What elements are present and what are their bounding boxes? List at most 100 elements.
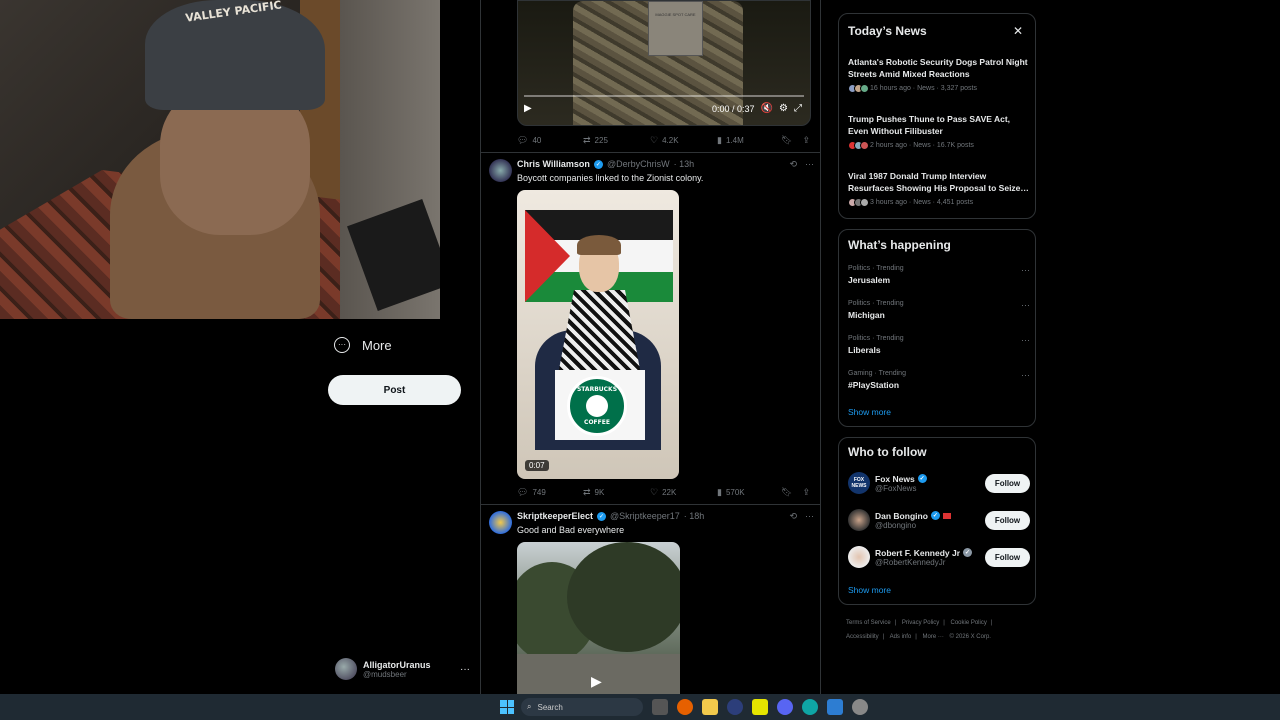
verified-badge-icon: ✓: [597, 511, 607, 521]
tweet-video[interactable]: ▶: [517, 542, 680, 694]
accessibility-link[interactable]: Accessibility: [846, 634, 879, 640]
account-display-name: AlligatorUranus: [363, 659, 431, 670]
follow-button[interactable]: Follow: [985, 510, 1030, 530]
post-button[interactable]: Post: [328, 375, 461, 405]
trend-category: Gaming · Trending: [848, 370, 906, 377]
like-button[interactable]: ♡ 4.2K: [650, 135, 717, 146]
grok-icon[interactable]: ⟲: [789, 159, 797, 170]
trend-item[interactable]: Gaming · Trending #PlayStation ···: [848, 370, 1030, 390]
todays-news-card: Today’s News ✕ Atlanta's Robotic Securit…: [838, 13, 1036, 219]
avatar-stack: [848, 84, 869, 93]
terms-link[interactable]: Terms of Service: [846, 620, 891, 626]
reply-button[interactable]: 💬︎ 749: [517, 487, 583, 498]
divider: [481, 504, 820, 505]
gov-badge-icon: ✓: [963, 548, 973, 557]
video-person-hair: [577, 235, 621, 255]
follow-name: Robert F. Kennedy Jr: [875, 547, 961, 558]
close-icon[interactable]: ✕: [1013, 24, 1023, 38]
bookmark-icon[interactable]: 🔖︎: [781, 135, 792, 146]
reply-icon: 💬︎: [517, 135, 529, 145]
follow-suggestion[interactable]: FOX NEWS Fox News ✓ @FoxNews Follow: [848, 469, 1030, 497]
tweet-time[interactable]: · 13h: [674, 159, 695, 169]
avatar[interactable]: [489, 511, 512, 534]
discord-icon[interactable]: [777, 699, 793, 715]
play-icon[interactable]: ▶: [524, 103, 532, 114]
news-item[interactable]: Viral 1987 Donald Trump Interview Resurf…: [848, 170, 1030, 207]
privacy-link[interactable]: Privacy Policy: [902, 620, 939, 626]
separator: |: [882, 634, 885, 640]
more-icon[interactable]: ···: [1021, 265, 1030, 275]
show-more-link[interactable]: Show more: [848, 407, 891, 417]
views-button[interactable]: ▮ 1.4M: [717, 135, 781, 146]
more-icon[interactable]: ···: [1021, 335, 1030, 345]
share-icon[interactable]: ⇪: [802, 487, 810, 498]
tweet-author-name[interactable]: SkriptkeeperElect: [517, 511, 593, 521]
settings-gear-icon[interactable]: ⚙: [779, 103, 788, 114]
follow-name: Dan Bongino: [875, 510, 928, 521]
video-time: 0:00 / 0:37: [712, 103, 755, 114]
more-icon[interactable]: ···: [1021, 370, 1030, 380]
tweet-author-handle[interactable]: @DerbyChrisW: [607, 159, 670, 169]
repost-button[interactable]: ⇄ 9K: [583, 487, 650, 498]
follow-button[interactable]: Follow: [985, 547, 1030, 567]
ads-info-link[interactable]: Ads info: [890, 634, 912, 640]
video-progress-bar[interactable]: [524, 95, 804, 97]
account-switcher[interactable]: AlligatorUranus @mudsbeer ···: [335, 655, 470, 683]
task-view-icon[interactable]: [652, 699, 668, 715]
more-icon[interactable]: ···: [1021, 300, 1030, 310]
cookie-link[interactable]: Cookie Policy: [951, 620, 987, 626]
follow-suggestion[interactable]: Dan Bongino ✓ @dbongino Follow: [848, 506, 1030, 534]
like-button[interactable]: ♡ 22K: [650, 487, 717, 498]
avatar[interactable]: [489, 159, 512, 182]
app-icon[interactable]: [727, 699, 743, 715]
settings-icon[interactable]: [852, 699, 868, 715]
app-icon[interactable]: [752, 699, 768, 715]
footer-links: Terms of Service | Privacy Policy | Cookie…: [846, 616, 1041, 644]
follow-suggestion[interactable]: Robert F. Kennedy Jr ✓ @RobertKennedyJr F…: [848, 543, 1030, 571]
show-more-link[interactable]: Show more: [848, 585, 891, 595]
tweet-text: Good and Bad everywhere: [517, 525, 625, 535]
nav-more[interactable]: ··· More: [334, 337, 392, 353]
play-icon[interactable]: ▶: [591, 673, 602, 690]
tweet-text: Boycott companies linked to the Zionist …: [517, 173, 704, 183]
trend-item[interactable]: Politics · Trending Michigan ···: [848, 300, 1030, 320]
news-item[interactable]: Trump Pushes Thune to Pass SAVE Act, Eve…: [848, 113, 1030, 150]
news-item[interactable]: Atlanta's Robotic Security Dogs Patrol N…: [848, 56, 1030, 93]
fullscreen-icon[interactable]: ⤢: [794, 103, 802, 114]
follow-handle: @FoxNews: [875, 483, 917, 493]
tweet-author-name[interactable]: Chris Williamson: [517, 159, 590, 169]
trend-item[interactable]: Politics · Trending Jerusalem ···: [848, 265, 1030, 285]
grok-icon[interactable]: ⟲: [789, 511, 797, 522]
logo-text-bottom: COFFEE: [584, 419, 610, 426]
tweet-time[interactable]: · 18h: [684, 511, 705, 521]
more-icon[interactable]: ···: [805, 511, 814, 522]
more-icon[interactable]: ···: [805, 159, 814, 170]
more-link[interactable]: More ···: [923, 634, 944, 640]
tweet-video[interactable]: MAGGIE SPOT CARE ▶ 0:00 / 0:37 🔇 ⚙ ⤢: [517, 0, 811, 126]
mute-icon[interactable]: 🔇: [761, 103, 773, 114]
tweet-author-handle[interactable]: @Skriptkeeper17: [610, 511, 680, 521]
share-icon[interactable]: ⇪: [802, 135, 810, 146]
account-menu-icon[interactable]: ···: [460, 664, 470, 675]
trend-topic: Michigan: [848, 310, 885, 320]
reply-button[interactable]: 💬︎ 40: [517, 135, 583, 146]
views-button[interactable]: ▮ 570K: [717, 487, 781, 498]
video-controls: ▶ 0:00 / 0:37 🔇 ⚙ ⤢: [518, 95, 810, 125]
repost-button[interactable]: ⇄ 225: [583, 135, 650, 146]
search-placeholder: Search: [537, 702, 563, 712]
trend-item[interactable]: Politics · Trending Liberals ···: [848, 335, 1030, 355]
webcam-overlay: VALLEY PACIFIC: [0, 0, 440, 319]
firefox-icon[interactable]: [677, 699, 693, 715]
edge-icon[interactable]: [802, 699, 818, 715]
windows-start-icon[interactable]: [500, 700, 514, 714]
bookmark-icon[interactable]: 🔖︎: [781, 487, 792, 498]
like-count: 22K: [662, 488, 677, 497]
who-to-follow-card: Who to follow FOX NEWS Fox News ✓ @FoxNew…: [838, 437, 1036, 605]
app-icon[interactable]: [827, 699, 843, 715]
card-title: What’s happening: [848, 238, 951, 252]
taskbar-search[interactable]: ⌕ Search: [521, 698, 643, 716]
trend-topic: Liberals: [848, 345, 881, 355]
follow-button[interactable]: Follow: [985, 473, 1030, 493]
tweet-video[interactable]: STARBUCKS COFFEE 0:07: [517, 190, 679, 479]
file-explorer-icon[interactable]: [702, 699, 718, 715]
